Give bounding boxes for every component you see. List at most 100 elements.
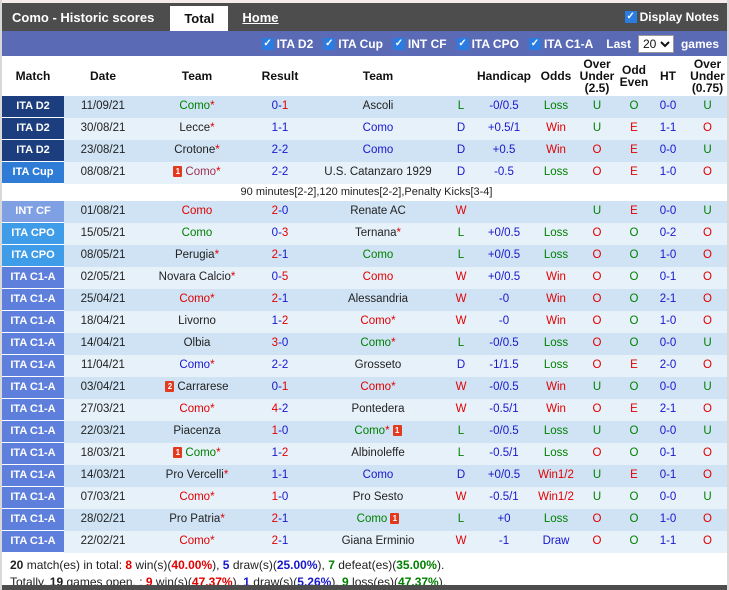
over-under-25-cell: O [578,222,616,245]
over-under-25-cell-value: U [592,469,602,481]
over-under-075-value: O [703,359,712,371]
tab-total[interactable]: Total [170,6,229,31]
odd-even-cell-value: E [630,469,638,481]
odds-cell: Loss [534,354,578,377]
odd-even-cell: O [616,288,652,311]
score-away: 2 [281,447,289,459]
table-row: ITA C1-A 27/03/21 Como* 4-2 Pontedera W -0.5/1… [2,398,727,421]
over-under-25-cell: O [578,139,616,162]
team-name: Pro Sesto [352,491,404,503]
league-filter-ita-d2[interactable]: ✓ ITA D2 [261,37,313,51]
top-bar: Como - Historic scores Total Home ✓ Displ… [2,3,727,31]
checkbox-checked-icon[interactable]: ✓ [323,37,336,50]
column-header: Over Under (2.5) [578,56,616,96]
odds-cell: Loss [534,332,578,355]
score-away: 0 [281,205,289,218]
tab-home[interactable]: Home [228,3,292,31]
checkbox-checked-icon[interactable]: ✓ [261,37,274,50]
wdl-value: L [457,513,465,525]
over-under-075-value: U [703,425,712,437]
summary-segment: draw(s)( [229,558,277,572]
odds-cell: Loss [534,222,578,245]
team-cell-away: U.S. Catanzaro 1929 [308,161,448,184]
odds-cell-value: Win1/2 [538,491,574,503]
result-score: 2-1 [252,530,308,553]
star-marker: * [220,513,225,525]
table-header-row: Match Date Team Result Team Handicap Odds Over … [2,56,727,96]
handicap-value: -1/1.5 [489,359,519,371]
team-name: Grosseto [354,359,402,371]
last-games-select[interactable]: 20 [637,34,674,53]
handicap-value: -0/0.5 [489,100,519,113]
historic-scores-table: Match Date Team Result Team Handicap Odds Over … [2,56,727,553]
match-league-badge: INT CF [2,201,64,223]
league-filter-ita-cup[interactable]: ✓ ITA Cup [323,37,383,51]
red-card-icon: 1 [173,166,183,178]
over-under-25-cell: O [578,266,616,289]
score-away: 1 [281,469,289,481]
odd-even-cell: E [616,464,652,487]
league-filter-bar: ✓ ITA D2 ✓ ITA Cup ✓ INT CF ✓ ITA CPO ✓ ITA C1-A … [2,31,727,56]
table-row: ITA D2 23/08/21 Crotone* 2-2 Como D +0.5 Win O E 0… [2,139,727,162]
handicap-value: -0.5/1 [489,491,519,503]
display-notes-toggle[interactable]: ✓ Display Notes [624,10,727,24]
odd-even-cell: E [616,139,652,162]
checkbox-checked-icon[interactable]: ✓ [528,37,541,50]
odd-even-cell: O [616,332,652,355]
summary-segment: 25.00% [276,558,318,572]
summary-segment: win(s)( [132,558,172,572]
handicap-value: -1 [498,535,510,547]
league-filter-ita-cpo[interactable]: ✓ ITA CPO [456,37,519,51]
wdl-value: L [457,337,465,349]
handicap-cell: +0 [474,508,534,531]
display-notes-checkbox-icon[interactable]: ✓ [624,11,637,23]
team-name: Como [181,205,213,218]
wdl-value: D [456,144,466,156]
over-under-25-cell-value: O [592,535,602,547]
odds-cell-value: Win [546,144,566,156]
team-name: Como [179,100,211,113]
checkbox-checked-icon[interactable]: ✓ [456,37,469,50]
summary-segment: 35.00% [396,558,437,572]
odd-even-cell: E [616,201,652,223]
ht-cell: 0-0 [652,96,684,118]
checkbox-checked-icon[interactable]: ✓ [392,37,405,50]
star-marker: * [223,469,229,481]
odd-even-cell-value: O [629,249,639,261]
team-cell-away: Ascoli [308,96,448,118]
score-away: 3 [281,227,289,239]
over-under-075-cell: O [684,464,727,487]
score-away: 1 [281,100,289,113]
handicap-cell [474,201,534,223]
match-date: 11/09/21 [64,96,142,118]
over-under-25-cell: U [578,96,616,118]
handicap-cell: -0/0.5 [474,376,534,399]
odd-even-cell-value: O [629,271,639,283]
handicap-cell: -0 [474,310,534,333]
result-score: 2-1 [252,244,308,267]
ht-value: 1-1 [659,535,677,547]
table-row: ITA C1-A 14/04/21 Olbia 3-0 Como* L -0/0.5 Loss… [2,332,727,355]
ht-value: 0-0 [659,491,677,503]
odd-even-cell-value: O [629,425,639,437]
over-under-075-cell: U [684,96,727,118]
league-filter-label: ITA Cup [338,36,383,51]
team-cell-away: Renate AC [308,201,448,223]
league-filter-ita-c1-a[interactable]: ✓ ITA C1-A [528,37,593,51]
over-under-25-cell-value: U [592,491,602,503]
match-league-badge: ITA C1-A [2,464,64,487]
match-date: 07/03/21 [64,486,142,509]
over-under-075-cell: O [684,310,727,333]
table-row: ITA C1-A 14/03/21 Pro Vercelli* 1-1 Como D +0/… [2,464,727,487]
odds-cell-value: Win [546,315,566,327]
result-score: 1-0 [252,420,308,443]
over-under-075-value: U [703,144,712,156]
over-under-075-cell: O [684,266,727,289]
ht-cell: 0-0 [652,201,684,223]
league-filter-int-cf[interactable]: ✓ INT CF [392,37,447,51]
over-under-075-value: U [703,205,712,218]
star-marker: * [214,249,220,261]
over-under-075-cell: U [684,139,727,162]
odds-cell-value: Loss [543,100,569,113]
ht-cell: 0-1 [652,464,684,487]
